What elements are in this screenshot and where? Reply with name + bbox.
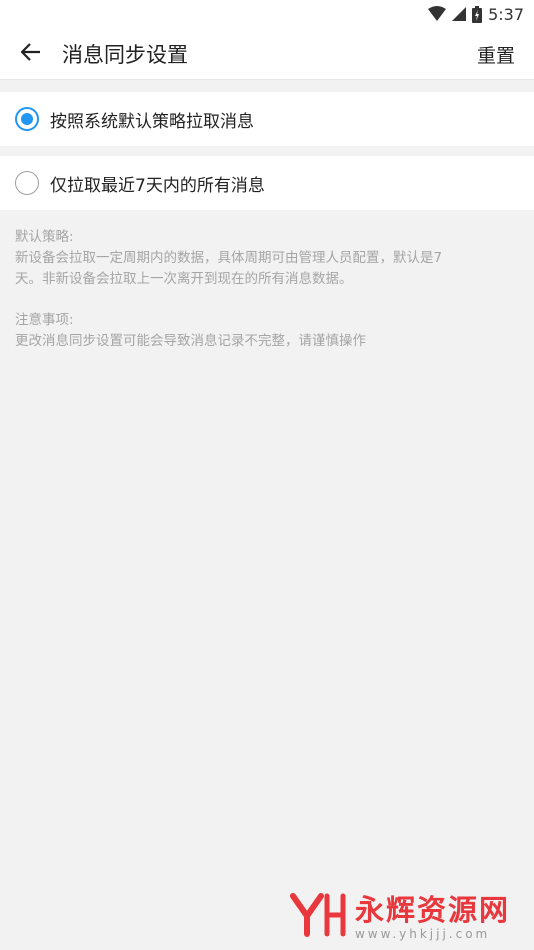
note-text: 天。非新设备会拉取上一次离开到现在的所有消息数据。 xyxy=(15,271,353,287)
watermark-url: www.yhkjjj.com xyxy=(354,927,491,941)
wifi-icon xyxy=(428,6,447,22)
note-heading: 注意事项: xyxy=(15,312,74,328)
reset-button[interactable]: 重置 xyxy=(477,28,515,80)
option-label: 仅拉取最近7天内的所有消息 xyxy=(50,175,265,196)
status-time: 5:37 xyxy=(488,4,524,24)
watermark: 永辉资源网 www.yhkjjj.com xyxy=(289,892,510,942)
watermark-text: 永辉资源网 www.yhkjjj.com xyxy=(355,893,510,941)
watermark-logo-icon xyxy=(289,892,347,942)
option-recent-7-days[interactable]: 仅拉取最近7天内的所有消息 xyxy=(0,156,534,210)
app-bar: 消息同步设置 重置 xyxy=(0,28,534,80)
status-bar: 5:37 xyxy=(0,0,534,28)
battery-icon xyxy=(472,5,483,23)
back-button[interactable] xyxy=(0,28,62,80)
default-strategy-note: 默认策略: 新设备会拉取一定周期内的数据，具体周期可由管理人员配置，默认是7 天… xyxy=(15,227,519,290)
radio-checked[interactable] xyxy=(15,107,39,131)
radio-unchecked[interactable] xyxy=(15,171,39,195)
option-label: 按照系统默认策略拉取消息 xyxy=(50,111,254,132)
note-text: 新设备会拉取一定周期内的数据，具体周期可由管理人员配置，默认是7 xyxy=(15,250,443,266)
sync-options: 按照系统默认策略拉取消息 仅拉取最近7天内的所有消息 xyxy=(0,92,534,210)
option-default-strategy[interactable]: 按照系统默认策略拉取消息 xyxy=(0,92,534,146)
signal-icon xyxy=(452,7,467,21)
notes-section: 默认策略: 新设备会拉取一定周期内的数据，具体周期可由管理人员配置，默认是7 天… xyxy=(0,210,534,352)
page-title: 消息同步设置 xyxy=(62,42,188,67)
watermark-title: 永辉资源网 xyxy=(354,893,510,927)
note-text: 更改消息同步设置可能会导致消息记录不完整，请谨慎操作 xyxy=(15,333,366,349)
note-heading: 默认策略: xyxy=(15,229,74,245)
arrow-left-icon xyxy=(20,42,41,66)
caution-note: 注意事项: 更改消息同步设置可能会导致消息记录不完整，请谨慎操作 xyxy=(15,310,519,352)
